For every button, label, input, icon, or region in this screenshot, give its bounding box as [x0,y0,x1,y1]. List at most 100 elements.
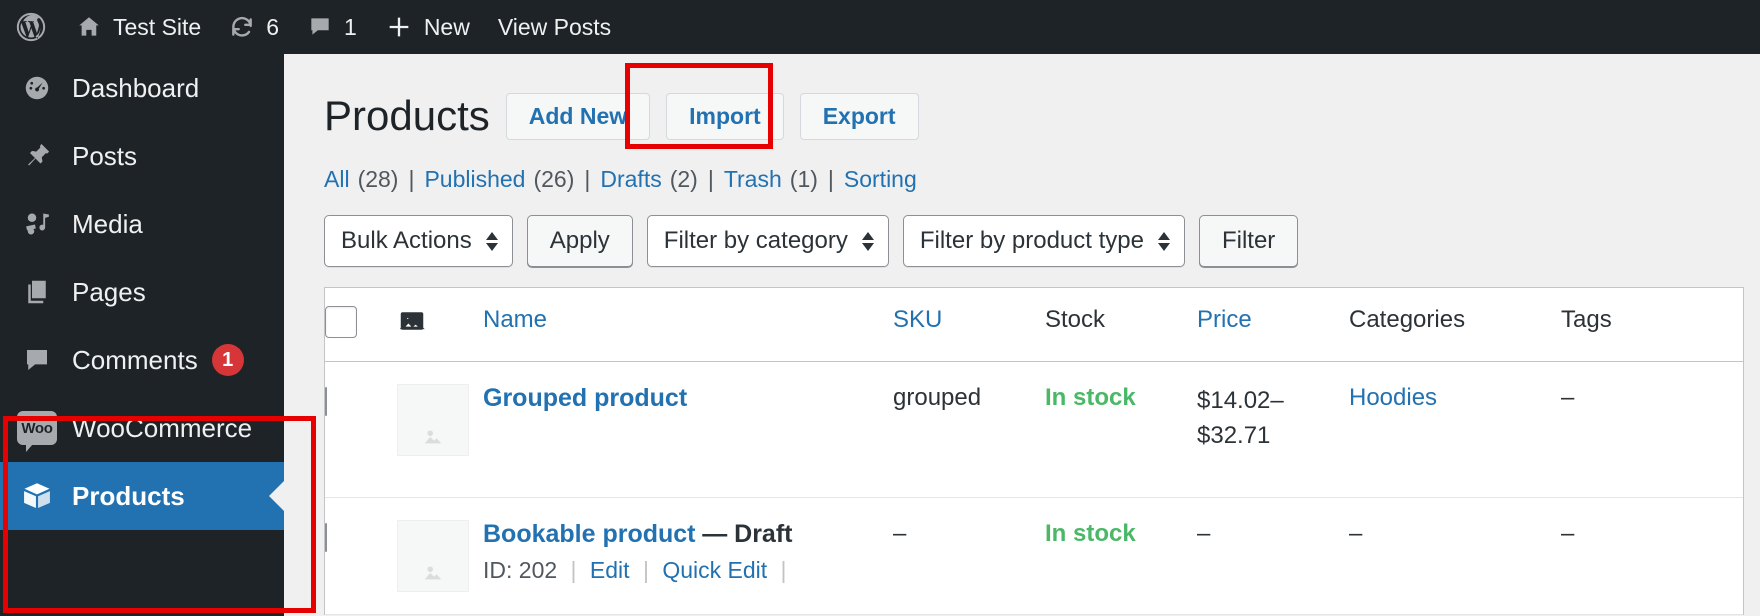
row-sku-cell: – [893,520,907,547]
sidebar-item-dashboard[interactable]: Dashboard [0,54,284,122]
row-price-cell: $14.02– $32.71 [1197,362,1349,476]
row-stock-cell: In stock [1045,362,1197,434]
woocommerce-icon: Woo [14,411,60,452]
admin-sidebar-menu: Dashboard Posts Media Pages Comments 1 W… [0,54,284,616]
chevron-updown-icon [485,231,498,251]
filter-by-category-select[interactable]: Filter by category [646,215,889,267]
row-thumbnail-cell [397,362,483,478]
row-name-cell: Grouped product [483,362,893,435]
new-content-label: New [423,13,470,40]
export-button[interactable]: Export [799,92,919,140]
apply-button[interactable]: Apply [526,215,633,267]
bulk-actions-select[interactable]: Bulk Actions [324,215,513,267]
sidebar-item-label: Comments [72,344,198,375]
row-checkbox-cell [325,362,397,438]
table-header-row: Name SKU Stock Price Categories Tags [325,288,1743,362]
filter-button[interactable]: Filter [1198,215,1299,267]
select-all-checkbox-cell [325,288,397,356]
dashboard-icon [14,73,60,103]
chevron-updown-icon [861,231,874,251]
updates-button[interactable]: 6 [215,0,293,54]
status-filter-links: All (28) | Published (26) | Drafts (2) |… [324,166,1760,193]
view-posts-label: View Posts [497,13,612,40]
sidebar-item-products[interactable]: Products [0,462,284,530]
category-link[interactable]: Hoodies [1349,384,1437,411]
sidebar-item-label: Media [72,208,143,239]
column-sku[interactable]: SKU [893,288,1045,352]
view-link-trash[interactable]: Trash [724,166,782,193]
separator: | [570,557,577,583]
row-checkbox[interactable] [325,523,327,552]
sidebar-item-label: Posts [72,140,138,171]
view-count-all: (28) [357,166,399,192]
post-status-label: — Draft [702,520,793,548]
plus-icon [385,13,413,41]
view-link-drafts[interactable]: Drafts [600,166,661,193]
price-range-start: $14.02– [1197,387,1284,414]
separator: | [827,166,834,192]
site-name-label: Test Site [113,13,202,40]
view-count-trash: (1) [789,166,818,192]
page-title: Products [324,92,490,139]
pages-icon [14,277,60,307]
view-count-published: (26) [533,166,575,192]
row-action-quick-edit[interactable]: Quick Edit [662,557,767,583]
new-content-button[interactable]: New [371,0,484,54]
bulk-actions-label: Bulk Actions [341,227,472,254]
row-price-cell: – [1197,520,1211,547]
admin-bar: Test Site 6 1 New View Posts [0,0,1760,54]
sidebar-item-posts[interactable]: Posts [0,122,284,190]
product-title-link[interactable]: Bookable product [483,520,696,548]
view-link-all[interactable]: All [324,166,350,193]
products-icon [14,480,60,512]
placeholder-image-icon [397,520,469,592]
comments-count: 1 [344,13,357,40]
column-name[interactable]: Name [483,288,893,352]
view-link-sorting[interactable]: Sorting [844,166,917,193]
row-tags-cell: – [1561,384,1575,411]
comments-button[interactable]: 1 [293,0,371,54]
site-name-button[interactable]: Test Site [62,0,215,54]
separator: | [707,166,714,192]
main-content: Products Add New Import Export All (28) … [284,54,1760,616]
sidebar-item-pages[interactable]: Pages [0,258,284,326]
view-link-published[interactable]: Published [424,166,525,193]
placeholder-image-icon [397,384,469,456]
product-title-link[interactable]: Grouped product [483,384,687,412]
import-button[interactable]: Import [666,92,784,140]
comment-icon [14,345,60,375]
row-action-edit[interactable]: Edit [590,557,630,583]
sidebar-item-label: Dashboard [72,72,200,103]
products-list-table: Name SKU Stock Price Categories Tags Gro… [324,287,1744,615]
separator: | [780,557,787,583]
wordpress-logo-button[interactable] [0,0,62,54]
column-stock: Stock [1045,306,1106,333]
row-thumbnail-cell [397,498,483,614]
row-sku-cell: grouped [893,384,982,411]
separator: | [408,166,415,192]
row-categories-cell: – [1349,520,1363,547]
price-range-end: $32.71 [1197,421,1271,449]
media-icon [14,209,60,239]
row-checkbox[interactable] [325,387,327,416]
sidebar-item-label: WooCommerce [72,412,253,443]
add-new-button[interactable]: Add New [505,92,651,140]
view-posts-button[interactable]: View Posts [484,0,625,54]
sidebar-item-comments[interactable]: Comments 1 [0,326,284,394]
row-action-id: ID: 202 [483,557,558,583]
sidebar-item-media[interactable]: Media [0,190,284,258]
chevron-updown-icon [1157,231,1170,251]
wordpress-logo-icon [14,10,48,44]
row-tags-cell: – [1561,520,1575,547]
filter-by-product-type-select[interactable]: Filter by product type [902,215,1185,267]
image-icon [397,306,427,343]
column-price[interactable]: Price [1197,288,1349,352]
select-all-checkbox[interactable] [325,306,357,338]
stock-status: In stock [1045,520,1136,547]
sidebar-item-woocommerce[interactable]: Woo WooCommerce [0,394,284,462]
row-stock-cell: In stock [1045,498,1197,570]
filter-category-label: Filter by category [663,227,848,254]
row-checkbox-cell [325,498,397,574]
row-name-cell: Bookable product — Draft ID: 202 | Edit … [483,498,893,606]
stock-status: In stock [1045,384,1136,411]
